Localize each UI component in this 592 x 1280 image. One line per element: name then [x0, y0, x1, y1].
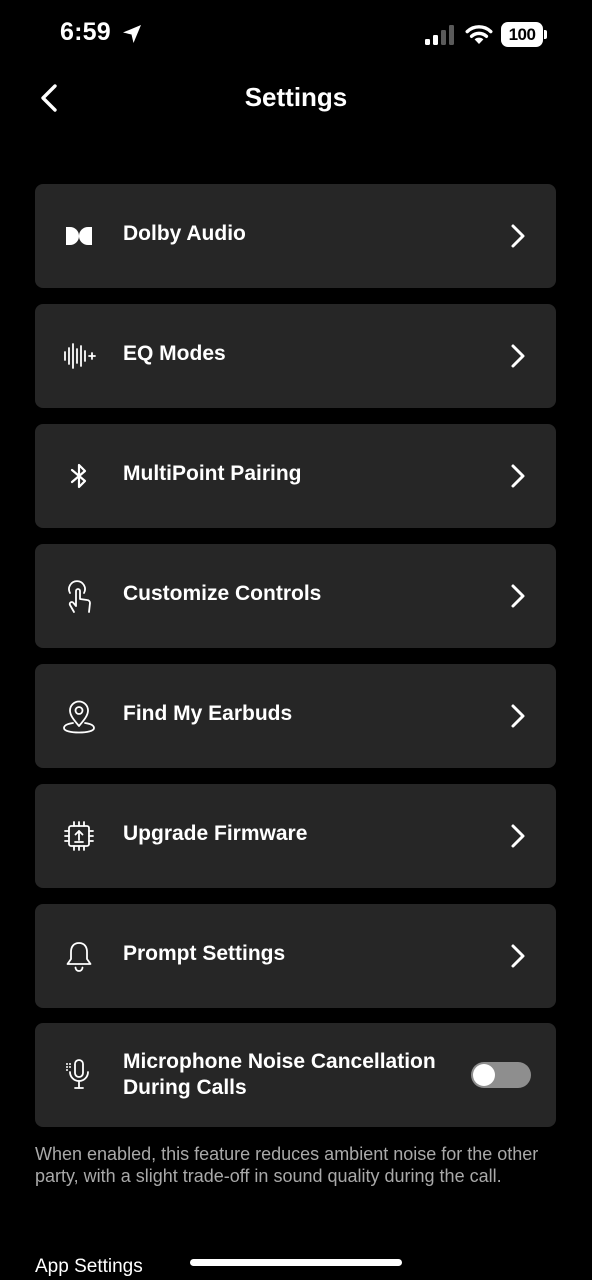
chevron-right-icon — [511, 344, 525, 368]
dolby-icon — [66, 227, 92, 245]
mic-setting-description: When enabled, this feature reduces ambie… — [35, 1144, 539, 1186]
tap-gesture-icon — [68, 580, 91, 613]
chevron-right-icon — [511, 704, 525, 728]
location-pin-icon — [63, 700, 95, 734]
chevron-right-icon — [511, 824, 525, 848]
multipoint-pairing-item[interactable]: MultiPoint Pairing — [35, 424, 556, 528]
status-time: 6:59 — [60, 18, 111, 46]
customize-controls-item[interactable]: Customize Controls — [35, 544, 556, 648]
cellular-signal-icon — [425, 25, 454, 45]
dolby-audio-label: Dolby Audio — [123, 222, 246, 245]
nav-bar: Settings — [0, 70, 592, 130]
chevron-right-icon — [511, 224, 525, 248]
battery-level: 100 — [501, 22, 543, 47]
status-bar: 6:59 100 — [0, 0, 592, 70]
chevron-right-icon — [511, 584, 525, 608]
dolby-audio-item[interactable]: Dolby Audio — [35, 184, 556, 288]
toggle-knob — [473, 1064, 495, 1086]
mic-noise-cancellation-label: Microphone Noise Cancellation During Cal… — [123, 1050, 436, 1099]
microphone-icon — [66, 1059, 89, 1089]
upgrade-firmware-label: Upgrade Firmware — [123, 822, 308, 845]
battery-indicator: 100 — [501, 22, 547, 47]
chevron-right-icon — [511, 464, 525, 488]
chip-upgrade-icon — [64, 821, 94, 851]
mic-noise-cancellation-item: Microphone Noise Cancellation During Cal… — [35, 1023, 556, 1127]
find-my-earbuds-item[interactable]: Find My Earbuds — [35, 664, 556, 768]
upgrade-firmware-item[interactable]: Upgrade Firmware — [35, 784, 556, 888]
waveform-icon — [64, 343, 96, 369]
bell-icon — [66, 942, 92, 972]
location-arrow-icon — [123, 25, 141, 43]
mic-noise-cancellation-toggle[interactable] — [471, 1062, 531, 1088]
settings-screen: 6:59 100 Settings Dolby Audio EQ Modes M… — [0, 0, 592, 1280]
app-settings-header: App Settings — [35, 1256, 143, 1277]
multipoint-pairing-label: MultiPoint Pairing — [123, 462, 302, 485]
page-title: Settings — [244, 82, 348, 112]
wifi-icon — [465, 25, 493, 44]
bluetooth-icon — [70, 463, 87, 489]
chevron-right-icon — [511, 944, 525, 968]
prompt-settings-item[interactable]: Prompt Settings — [35, 904, 556, 1008]
prompt-settings-label: Prompt Settings — [123, 942, 286, 965]
home-indicator[interactable] — [190, 1259, 402, 1266]
eq-modes-item[interactable]: EQ Modes — [35, 304, 556, 408]
find-my-earbuds-label: Find My Earbuds — [123, 702, 293, 725]
battery-tip — [544, 30, 547, 39]
customize-controls-label: Customize Controls — [123, 582, 322, 605]
eq-modes-label: EQ Modes — [123, 342, 226, 365]
